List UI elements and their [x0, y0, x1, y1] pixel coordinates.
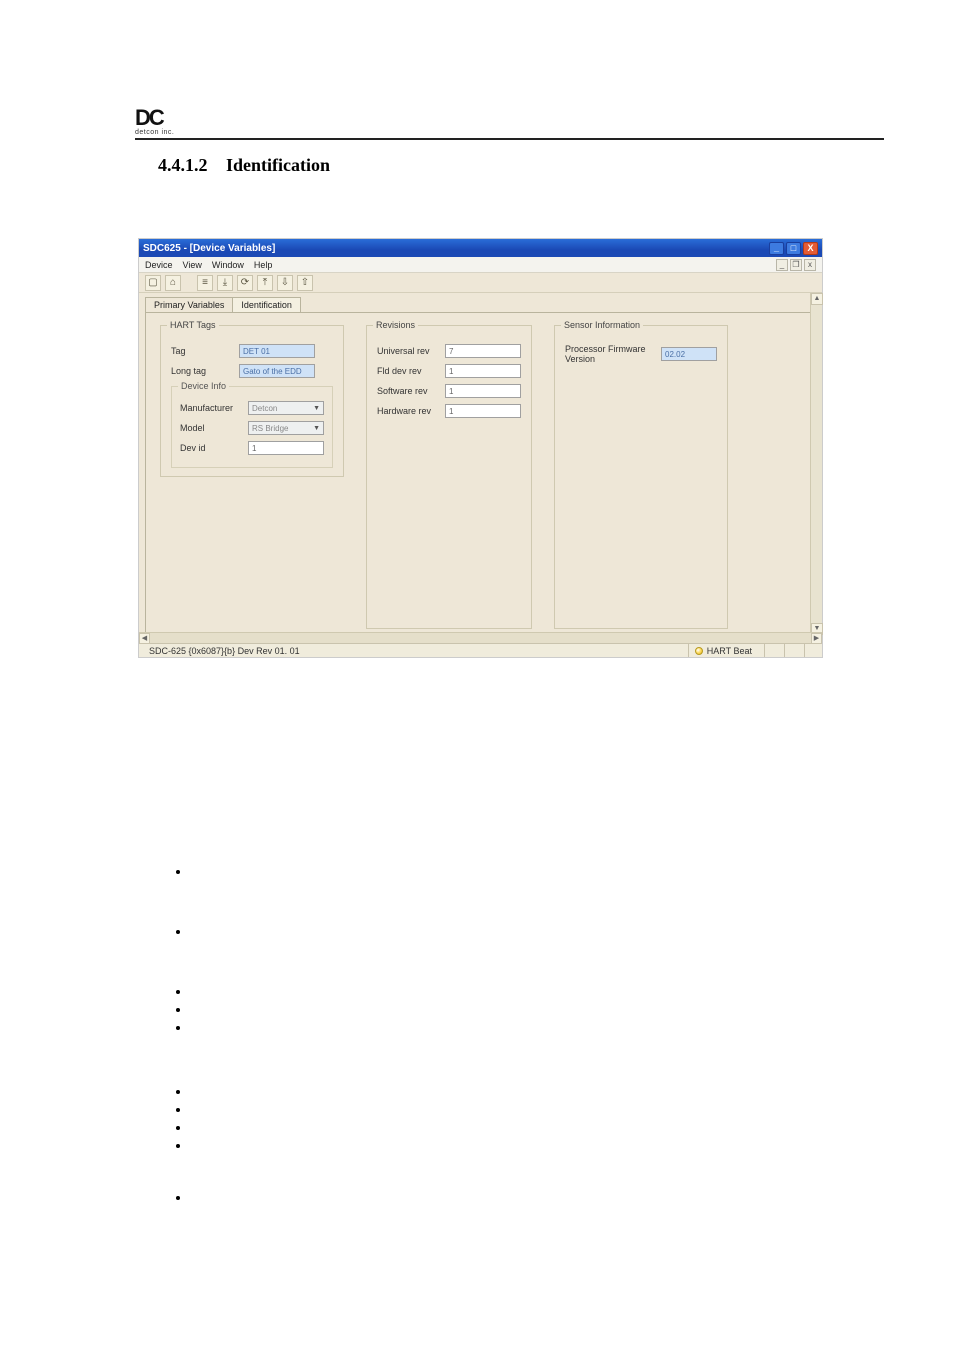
menu-device[interactable]: Device: [145, 260, 173, 270]
label-hardware-rev: Hardware rev: [377, 406, 439, 416]
legend-sensor-info: Sensor Information: [561, 320, 643, 330]
status-cell-empty-3: [804, 644, 818, 657]
label-dev-id: Dev id: [180, 443, 242, 453]
input-proc-fw[interactable]: 02.02: [661, 347, 717, 361]
label-proc-fw: Processor Firmware Version: [565, 344, 655, 364]
doc-header: DC detcon inc.: [135, 105, 884, 136]
scrollbar-vertical[interactable]: ▲ ▼: [810, 293, 822, 635]
input-long-tag[interactable]: Gato of the EDD: [239, 364, 315, 378]
scroll-up-icon[interactable]: ▲: [811, 293, 823, 305]
label-fld-dev-rev: Fld dev rev: [377, 366, 439, 376]
logo-glyph: DC: [135, 105, 174, 131]
toolbar-home-icon[interactable]: ⌂: [165, 275, 181, 291]
mdi-minimize-button[interactable]: _: [776, 259, 788, 271]
bullet-mark: [176, 930, 180, 934]
app-window: SDC625 - [Device Variables] _ □ X Device…: [138, 238, 823, 658]
label-tag: Tag: [171, 346, 233, 356]
maximize-button[interactable]: □: [786, 242, 801, 255]
bullet-mark: [176, 1108, 180, 1112]
input-hardware-rev[interactable]: 1: [445, 404, 521, 418]
status-hart-beat: HART Beat: [688, 644, 758, 657]
toolbar: ▢ ⌂ ≡ ⤓ ⟳ ⤒ ⇩ ⇧: [139, 273, 822, 293]
tab-primary-variables[interactable]: Primary Variables: [145, 297, 233, 312]
section-number: 4.4.1.2: [158, 155, 208, 175]
chevron-down-icon: ▼: [313, 425, 320, 432]
tab-row: Primary Variables Identification: [139, 293, 822, 312]
status-left: SDC-625 {0x6087}{b} Dev Rev 01. 01: [143, 644, 306, 657]
legend-hart-tags: HART Tags: [167, 320, 219, 330]
bullet-mark: [176, 1026, 180, 1030]
legend-revisions: Revisions: [373, 320, 418, 330]
section-title-text: Identification: [226, 155, 330, 175]
tab-panel: HART Tags Tag DET 01 Long tag Gato of th…: [145, 312, 816, 642]
input-universal-rev[interactable]: 7: [445, 344, 521, 358]
toolbar-new-icon[interactable]: ▢: [145, 275, 161, 291]
group-sensor-info: Sensor Information Processor Firmware Ve…: [554, 325, 728, 629]
status-cell-empty-2: [784, 644, 798, 657]
tab-identification[interactable]: Identification: [232, 297, 301, 312]
label-long-tag: Long tag: [171, 366, 233, 376]
bullet-mark: [176, 1144, 180, 1148]
toolbar-up-icon[interactable]: ⇧: [297, 275, 313, 291]
hart-beat-icon: [695, 647, 703, 655]
logo-subtext: detcon inc.: [135, 129, 174, 136]
toolbar-upload-icon[interactable]: ⤒: [257, 275, 273, 291]
bullet-mark: [176, 990, 180, 994]
mdi-restore-button[interactable]: ❐: [790, 259, 802, 271]
brand-logo: DC detcon inc.: [135, 105, 174, 136]
input-fld-dev-rev[interactable]: 1: [445, 364, 521, 378]
legend-device-info: Device Info: [178, 381, 229, 391]
bullet-mark: [176, 870, 180, 874]
label-model: Model: [180, 423, 242, 433]
scroll-right-icon[interactable]: ▶: [811, 633, 822, 644]
header-rule: [135, 138, 884, 140]
close-button[interactable]: X: [803, 242, 818, 255]
menu-help[interactable]: Help: [254, 260, 273, 270]
status-cell-empty-1: [764, 644, 778, 657]
menubar: Device View Window Help _ ❐ x: [139, 257, 822, 273]
label-universal-rev: Universal rev: [377, 346, 439, 356]
mdi-close-button[interactable]: x: [804, 259, 816, 271]
toolbar-down-icon[interactable]: ⇩: [277, 275, 293, 291]
window-title: SDC625 - [Device Variables]: [143, 243, 275, 254]
statusbar: SDC-625 {0x6087}{b} Dev Rev 01. 01 HART …: [139, 643, 822, 657]
input-tag[interactable]: DET 01: [239, 344, 315, 358]
minimize-button[interactable]: _: [769, 242, 784, 255]
bullet-mark: [176, 1008, 180, 1012]
scroll-left-icon[interactable]: ◀: [139, 633, 150, 644]
chevron-down-icon: ▼: [313, 405, 320, 412]
group-hart-tags: HART Tags Tag DET 01 Long tag Gato of th…: [160, 325, 344, 477]
select-model[interactable]: RS Bridge ▼: [248, 421, 324, 435]
group-device-info: Device Info Manufacturer Detcon ▼ Model …: [171, 386, 333, 468]
label-software-rev: Software rev: [377, 386, 439, 396]
select-model-value: RS Bridge: [252, 424, 288, 433]
label-manufacturer: Manufacturer: [180, 403, 242, 413]
menu-view[interactable]: View: [183, 260, 202, 270]
section-heading: 4.4.1.2 Identification: [158, 155, 330, 176]
col-left: HART Tags Tag DET 01 Long tag Gato of th…: [160, 325, 344, 629]
select-manufacturer-value: Detcon: [252, 404, 277, 413]
bullet-mark: [176, 1126, 180, 1130]
menu-window[interactable]: Window: [212, 260, 244, 270]
select-manufacturer[interactable]: Detcon ▼: [248, 401, 324, 415]
toolbar-refresh-icon[interactable]: ⟳: [237, 275, 253, 291]
toolbar-list-icon[interactable]: ≡: [197, 275, 213, 291]
input-dev-id[interactable]: 1: [248, 441, 324, 455]
bullet-mark: [176, 1090, 180, 1094]
group-revisions: Revisions Universal rev 7 Fld dev rev 1 …: [366, 325, 532, 629]
scrollbar-horizontal[interactable]: ◀ ▶: [139, 632, 822, 643]
bullet-mark: [176, 1196, 180, 1200]
titlebar[interactable]: SDC625 - [Device Variables] _ □ X: [139, 239, 822, 257]
toolbar-download-icon[interactable]: ⤓: [217, 275, 233, 291]
input-software-rev[interactable]: 1: [445, 384, 521, 398]
status-hart-beat-label: HART Beat: [707, 646, 752, 656]
